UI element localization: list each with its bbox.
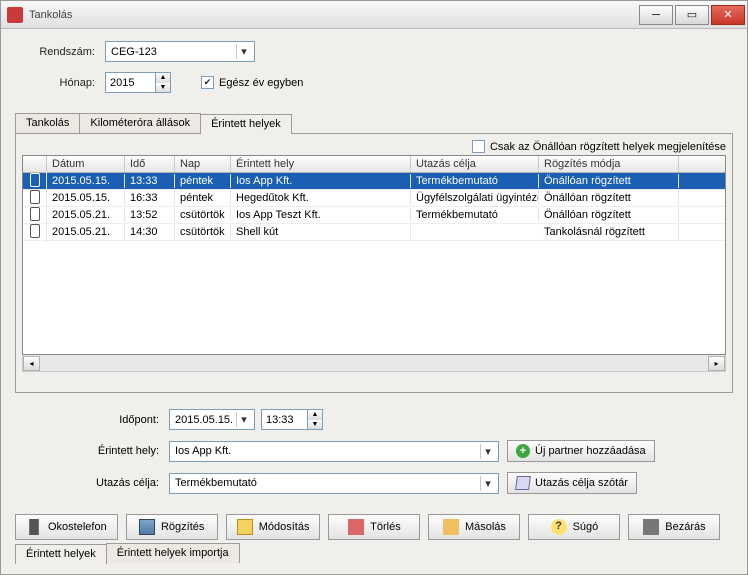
filter-checkbox[interactable] xyxy=(472,140,485,153)
copy-button[interactable]: Másolás xyxy=(428,514,520,540)
year-spinner[interactable]: ▲ ▼ xyxy=(105,72,171,93)
license-plate-select[interactable]: CEG-123 ▾ xyxy=(105,41,255,62)
exit-icon xyxy=(643,519,659,535)
date-select[interactable]: 2015.05.15. ▾ xyxy=(169,409,255,430)
close-button[interactable]: ✕ xyxy=(711,5,745,25)
main-tabs: Tankolás Kilométeróra állások Érintett h… xyxy=(15,113,733,133)
bottom-tab-places[interactable]: Érintett helyek xyxy=(15,544,107,564)
col-time[interactable]: Idő xyxy=(125,156,175,172)
save-icon xyxy=(139,519,155,535)
horizontal-scrollbar[interactable]: ◂ ▸ xyxy=(22,355,726,372)
phone-icon xyxy=(30,224,40,238)
whole-year-checkbox[interactable]: ✔ Egész év egyben xyxy=(201,76,303,89)
titlebar: Tankolás ─ ▭ ✕ xyxy=(1,1,747,29)
delete-button[interactable]: Törlés xyxy=(328,514,420,540)
license-plate-label: Rendszám: xyxy=(15,46,105,58)
maximize-button[interactable]: ▭ xyxy=(675,5,709,25)
button-bar: Okostelefon Rögzítés Módosítás Törlés Má… xyxy=(1,510,747,540)
scroll-right[interactable]: ▸ xyxy=(708,356,725,371)
purpose-value: Termékbemutató xyxy=(175,477,257,489)
table-row[interactable]: 2015.05.15.16:33péntekHegedűtok Kft.Ügyf… xyxy=(23,190,725,207)
place-value: Ios App Kft. xyxy=(175,445,231,457)
spinner-down[interactable]: ▼ xyxy=(308,420,322,430)
phone-icon xyxy=(30,190,40,204)
tab-kilometer[interactable]: Kilométeróra állások xyxy=(79,113,201,133)
purpose-label: Utazás célja: xyxy=(75,477,169,489)
table-row[interactable]: 2015.05.21.14:30csütörtökShell kútTankol… xyxy=(23,224,725,241)
phone-icon xyxy=(30,207,40,221)
app-window: Tankolás ─ ▭ ✕ Rendszám: CEG-123 ▾ Hónap… xyxy=(0,0,748,575)
tab-panel: Csak az Önállóan rögzített helyek megjel… xyxy=(15,133,733,393)
tab-tankolas[interactable]: Tankolás xyxy=(15,113,80,133)
spinner-down[interactable]: ▼ xyxy=(156,83,170,93)
add-partner-label: Új partner hozzáadása xyxy=(535,445,646,457)
dropdown-arrow-icon: ▾ xyxy=(480,476,495,491)
scroll-left[interactable]: ◂ xyxy=(23,356,40,371)
time-input[interactable] xyxy=(261,409,307,430)
time-spinner[interactable]: ▲ ▼ xyxy=(261,409,323,430)
copy-icon xyxy=(443,519,459,535)
col-place[interactable]: Érintett hely xyxy=(231,156,411,172)
phone-icon xyxy=(26,519,42,535)
col-day[interactable]: Nap xyxy=(175,156,231,172)
dropdown-arrow-icon: ▾ xyxy=(236,44,251,59)
edit-form: Időpont: 2015.05.15. ▾ ▲ ▼ Érintett hely… xyxy=(75,409,733,494)
year-input[interactable] xyxy=(105,72,155,93)
col-method[interactable]: Rögzítés módja xyxy=(539,156,679,172)
timestamp-label: Időpont: xyxy=(75,414,169,426)
dropdown-arrow-icon: ▾ xyxy=(480,444,495,459)
plus-icon: + xyxy=(516,444,530,458)
smartphone-button[interactable]: Okostelefon xyxy=(15,514,118,540)
window-title: Tankolás xyxy=(29,9,72,21)
add-partner-button[interactable]: + Új partner hozzáadása xyxy=(507,440,655,462)
table-row[interactable]: 2015.05.21.13:52csütörtökIos App Teszt K… xyxy=(23,207,725,224)
license-plate-value: CEG-123 xyxy=(111,46,157,58)
filter-label: Csak az Önállóan rögzített helyek megjel… xyxy=(490,141,726,153)
date-value: 2015.05.15. xyxy=(175,414,233,426)
table-row[interactable]: 2015.05.15.13:33péntekIos App Kft.Termék… xyxy=(23,173,725,190)
minimize-button[interactable]: ─ xyxy=(639,5,673,25)
whole-year-label: Egész év egyben xyxy=(219,77,303,89)
phone-icon xyxy=(30,173,40,187)
purpose-dict-label: Utazás célja szótár xyxy=(535,477,628,489)
spinner-up[interactable]: ▲ xyxy=(308,410,322,420)
close-dialog-button[interactable]: Bezárás xyxy=(628,514,720,540)
places-grid[interactable]: Dátum Idő Nap Érintett hely Utazás célja… xyxy=(22,155,726,355)
delete-icon xyxy=(348,519,364,535)
spinner-up[interactable]: ▲ xyxy=(156,73,170,83)
help-icon: ? xyxy=(551,519,567,535)
purpose-dictionary-button[interactable]: Utazás célja szótár xyxy=(507,472,637,494)
grid-header: Dátum Idő Nap Érintett hely Utazás célja… xyxy=(23,156,725,173)
col-date[interactable]: Dátum xyxy=(47,156,125,172)
col-purpose[interactable]: Utazás célja xyxy=(411,156,539,172)
app-icon xyxy=(7,7,23,23)
help-button[interactable]: ?Súgó xyxy=(528,514,620,540)
purpose-select[interactable]: Termékbemutató ▾ xyxy=(169,473,499,494)
month-label: Hónap: xyxy=(15,77,105,89)
bottom-tab-import[interactable]: Érintett helyek importja xyxy=(106,543,240,563)
record-button[interactable]: Rögzítés xyxy=(126,514,218,540)
tab-erintett[interactable]: Érintett helyek xyxy=(200,114,292,134)
modify-button[interactable]: Módosítás xyxy=(226,514,321,540)
bottom-tabs: Érintett helyek Érintett helyek importja xyxy=(15,543,747,563)
checkbox-icon: ✔ xyxy=(201,76,214,89)
dropdown-arrow-icon: ▾ xyxy=(236,412,251,427)
grid-body: 2015.05.15.13:33péntekIos App Kft.Termék… xyxy=(23,173,725,241)
book-icon xyxy=(515,476,531,490)
edit-icon xyxy=(237,519,253,535)
place-label: Érintett hely: xyxy=(75,445,169,457)
place-select[interactable]: Ios App Kft. ▾ xyxy=(169,441,499,462)
